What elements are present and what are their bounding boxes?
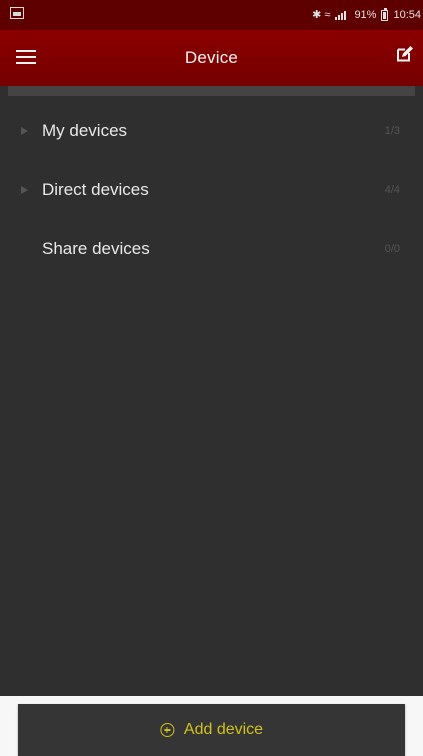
battery-icon bbox=[381, 7, 389, 21]
device-group-label: My devices bbox=[42, 121, 128, 140]
chevron-right-icon bbox=[21, 186, 28, 194]
add-device-content: Add device bbox=[159, 721, 264, 739]
page-title: Device bbox=[184, 48, 239, 67]
edit-icon[interactable] bbox=[395, 44, 415, 64]
device-screen: ✱ ≈ 91% 10:54 Device My devices 1/3 Dire… bbox=[0, 0, 423, 756]
status-info: ✱ ≈ 91% 10:54 bbox=[312, 0, 423, 30]
device-list-panel: My devices 1/3 Direct devices 4/4 Share … bbox=[8, 86, 415, 696]
status-time: 10:54 bbox=[393, 9, 421, 21]
status-bar: ✱ ≈ 91% 10:54 bbox=[0, 0, 423, 30]
chevron-right-icon bbox=[21, 127, 28, 135]
device-group-label: Direct devices bbox=[42, 180, 149, 199]
status-symbols: ✱ ≈ bbox=[312, 8, 331, 21]
battery-percent: 91% bbox=[354, 9, 377, 21]
device-group-count: 4/4 bbox=[384, 184, 400, 196]
add-device-label: Add device bbox=[183, 721, 264, 738]
image-icon bbox=[10, 7, 24, 19]
device-group-share-devices[interactable]: Share devices 0/0 bbox=[8, 220, 415, 278]
app-bar: Device bbox=[0, 30, 423, 86]
signal-icon bbox=[335, 10, 349, 20]
device-group-count: 0/0 bbox=[384, 243, 400, 255]
add-device-button[interactable]: Add device bbox=[18, 704, 405, 756]
device-group-label: Share devices bbox=[42, 239, 150, 258]
device-group-my-devices[interactable]: My devices 1/3 bbox=[8, 102, 415, 160]
device-group-direct-devices[interactable]: Direct devices 4/4 bbox=[8, 161, 415, 219]
bottom-action-bar: Add device bbox=[0, 696, 423, 756]
device-group-count: 1/3 bbox=[384, 125, 400, 137]
add-circle-icon bbox=[159, 723, 174, 737]
